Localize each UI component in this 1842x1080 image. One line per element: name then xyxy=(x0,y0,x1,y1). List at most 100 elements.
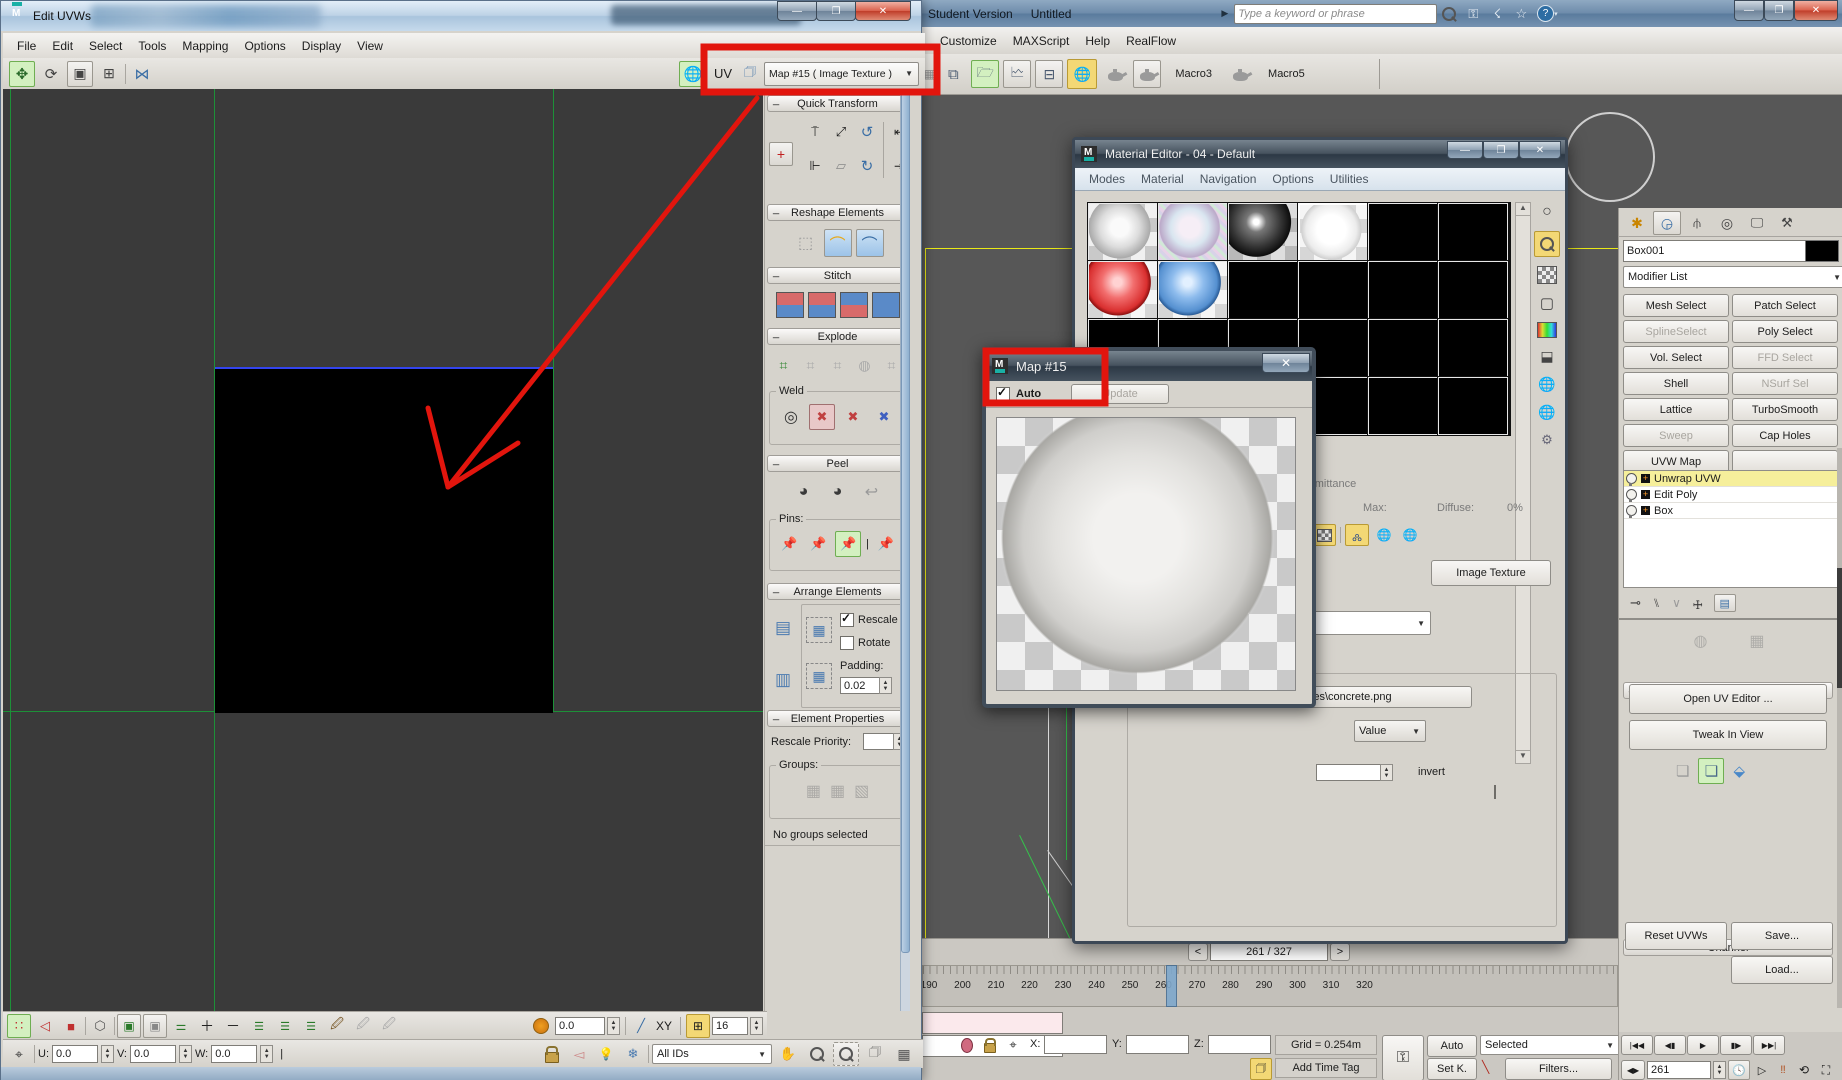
plus-icon[interactable] xyxy=(195,1014,219,1038)
stack-item[interactable]: + Unwrap UVW xyxy=(1624,471,1838,487)
modifier-button[interactable]: Lattice xyxy=(1623,398,1729,421)
maximize-viewport-icon[interactable] xyxy=(1816,1060,1836,1080)
pan-hand-icon[interactable] xyxy=(775,1042,801,1066)
tweak-in-view-button[interactable]: Tweak In View xyxy=(1629,720,1827,750)
sample-tiling-icon[interactable] xyxy=(1539,293,1555,313)
material-sample-slot[interactable] xyxy=(1367,202,1439,262)
frame-prev-button[interactable]: < xyxy=(1188,943,1208,961)
modifier-list-dropdown[interactable]: Modifier List xyxy=(1623,266,1842,288)
stack-item[interactable]: + Box xyxy=(1624,503,1838,519)
material-editor-titlebar[interactable]: Material Editor - 04 - Default — ❐ ✕ xyxy=(1075,140,1565,168)
layer-manager-icon[interactable] xyxy=(971,60,1000,88)
expand-icon[interactable]: + xyxy=(1641,490,1650,499)
search-icon[interactable] xyxy=(1437,4,1461,24)
edge-mode-icon[interactable] xyxy=(33,1014,57,1038)
image-texture-button[interactable]: Image Texture xyxy=(1431,560,1551,586)
create-tab-icon[interactable] xyxy=(1623,211,1651,235)
arrange-elements-header[interactable]: Arrange Elements xyxy=(767,582,908,600)
weld-selected-icon[interactable] xyxy=(809,404,835,430)
uv-shell[interactable] xyxy=(215,367,553,713)
rescale-checkbox[interactable] xyxy=(840,611,854,627)
select-by-material-icon[interactable] xyxy=(1537,403,1556,422)
material-sample-slot[interactable] xyxy=(1297,202,1371,264)
material-editor-menu-item[interactable]: Modes xyxy=(1081,170,1133,188)
rotate-ccw-icon[interactable] xyxy=(855,120,879,144)
main-menu-item[interactable]: Customize xyxy=(932,32,1005,50)
playback-button[interactable]: ◀▮ xyxy=(1654,1035,1686,1055)
auto-checkbox[interactable] xyxy=(996,385,1010,401)
stitch-source-icon[interactable] xyxy=(871,292,900,318)
quick-transform-header[interactable]: Quick Transform xyxy=(767,94,908,112)
uv-canvas[interactable] xyxy=(3,89,763,1011)
infocenter-arrow[interactable]: ▶ xyxy=(1221,8,1228,19)
material-editor-menu-item[interactable]: Utilities xyxy=(1322,170,1377,188)
selection-lock-balloon-icon[interactable] xyxy=(958,1034,976,1056)
stitch-target-icon[interactable] xyxy=(839,292,868,318)
time-ruler[interactable]: 190 200 210 220 230 240 250 260 270 280 290 300 310 3… xyxy=(922,965,1618,1007)
break-icon[interactable] xyxy=(799,353,823,377)
default-in-out-tangent-icon[interactable] xyxy=(1482,1060,1489,1074)
modifier-button[interactable]: Patch Select xyxy=(1732,294,1838,317)
orbit-icon[interactable] xyxy=(1794,1060,1814,1080)
group-select-icon[interactable] xyxy=(853,780,870,802)
v-spinner[interactable] xyxy=(179,1045,192,1063)
select-element-icon[interactable] xyxy=(88,1014,112,1038)
x-field[interactable] xyxy=(1044,1035,1107,1054)
invert-checkbox[interactable] xyxy=(1494,785,1496,799)
weld-target-icon[interactable] xyxy=(778,404,804,430)
render-frame-icon[interactable] xyxy=(1101,60,1129,88)
relax-until-flat-icon[interactable] xyxy=(823,229,852,257)
set-key-button[interactable]: ⚿ xyxy=(1382,1035,1424,1080)
material-editor-close[interactable]: ✕ xyxy=(1519,141,1561,159)
current-frame-field[interactable]: 261 xyxy=(1647,1061,1711,1079)
explode-header[interactable]: Explode xyxy=(767,327,908,345)
expand-icon[interactable]: + xyxy=(1641,474,1650,483)
minus-icon[interactable] xyxy=(221,1014,245,1038)
material-sample-slot[interactable] xyxy=(1157,202,1229,262)
amount-field[interactable] xyxy=(1316,764,1386,781)
material-sample-slot[interactable] xyxy=(1227,260,1299,320)
pin-select-icon[interactable] xyxy=(874,531,898,557)
auto-key-button[interactable]: Auto xyxy=(1427,1035,1477,1057)
key-icon[interactable] xyxy=(1461,4,1485,24)
rotate-cw-icon[interactable] xyxy=(855,154,879,178)
w-field[interactable]: 0.0 xyxy=(211,1045,258,1063)
freeform-tool-icon[interactable] xyxy=(96,61,122,87)
modifier-button[interactable]: SplineSelect xyxy=(1623,320,1729,343)
material-editor-menu-item[interactable]: Options xyxy=(1264,170,1321,188)
pack-normalize-icon[interactable] xyxy=(769,614,797,642)
falloff-linear-icon[interactable] xyxy=(631,1014,651,1038)
modifier-button[interactable]: Shell xyxy=(1623,372,1729,395)
group-create-icon[interactable] xyxy=(805,780,822,802)
align-vertical-icon[interactable] xyxy=(803,154,827,178)
visibility-bulb-icon[interactable] xyxy=(1626,473,1637,486)
add-time-tag[interactable]: Add Time Tag xyxy=(1275,1058,1377,1078)
falloff-space-label[interactable]: XY xyxy=(656,1019,672,1033)
uv-plane-icon[interactable] xyxy=(1732,761,1746,781)
zoom-icon[interactable] xyxy=(804,1042,830,1066)
flatten-sphere-icon[interactable] xyxy=(853,353,877,377)
frame-spinner[interactable] xyxy=(1713,1061,1726,1079)
edit-uvws-minimize[interactable]: — xyxy=(777,1,817,21)
material-editor-restore[interactable]: ❐ xyxy=(1483,141,1519,159)
uv-bulb-icon[interactable] xyxy=(1698,758,1725,784)
loop-shrink-icon[interactable] xyxy=(299,1014,323,1038)
material-sample-slot[interactable] xyxy=(1227,202,1299,262)
schematic-view-icon[interactable] xyxy=(1035,60,1064,88)
modifier-button[interactable]: Sweep xyxy=(1623,424,1729,447)
time-tag-cube-icon[interactable] xyxy=(1250,1058,1272,1080)
group-ungroup-icon[interactable] xyxy=(829,780,846,802)
side-panel-scrollbar[interactable] xyxy=(900,89,910,1011)
move-tool-icon[interactable] xyxy=(9,60,35,87)
loop-icon[interactable] xyxy=(247,1014,271,1038)
show-map-globe-icon[interactable] xyxy=(678,60,707,87)
show-end-result-icon[interactable] xyxy=(1345,524,1369,546)
update-button[interactable]: Update xyxy=(1071,384,1170,404)
lock-selection-icon[interactable] xyxy=(540,1042,564,1066)
edit-uvws-menu-item[interactable]: Tools xyxy=(130,37,174,55)
time-slider[interactable] xyxy=(1165,965,1177,1007)
pin-live-icon[interactable] xyxy=(835,531,862,557)
select-row-icon[interactable] xyxy=(169,1014,193,1038)
paint-shrink-icon[interactable] xyxy=(377,1014,401,1038)
minimize-button[interactable]: — xyxy=(1734,0,1764,21)
